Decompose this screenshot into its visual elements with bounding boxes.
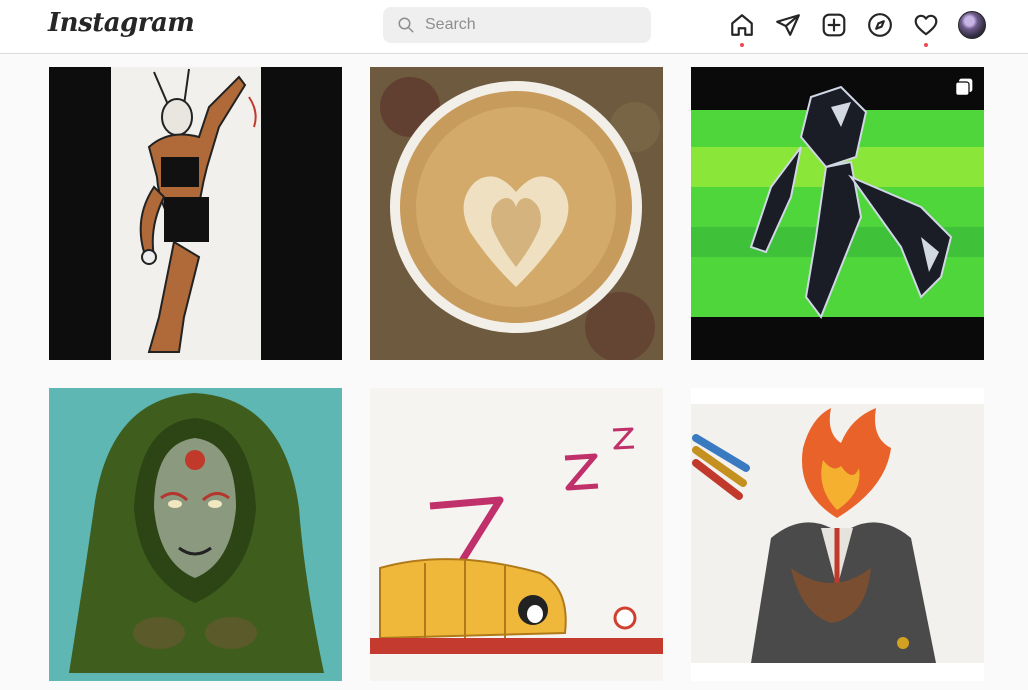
post-thumbnail-rabbit-girl (49, 67, 342, 360)
home-icon (731, 14, 753, 36)
post-tile-4[interactable] (49, 388, 342, 681)
post-thumbnail-flame-head (691, 388, 984, 681)
nav-new-post-button[interactable] (821, 12, 847, 38)
instagram-logo[interactable]: Instagram (48, 8, 195, 38)
post-thumbnail-robot-creature (691, 67, 984, 360)
home-notification-dot (740, 43, 744, 47)
direct-icon (776, 14, 800, 36)
post-tile-6[interactable] (691, 388, 984, 681)
nav-activity-button[interactable] (913, 12, 939, 47)
top-navigation-bar: Instagram (0, 0, 1028, 54)
post-tile-2[interactable] (370, 67, 663, 360)
new-post-icon (822, 13, 846, 37)
activity-notification-dot (924, 43, 928, 47)
post-tile-3[interactable] (691, 67, 984, 360)
post-thumbnail-hooded-figure (49, 388, 342, 681)
nav-home-button[interactable] (729, 12, 755, 47)
post-tile-1[interactable] (49, 67, 342, 360)
search-box[interactable] (383, 7, 651, 43)
search-icon (398, 17, 414, 33)
post-thumbnail-sleeping-drawing (370, 388, 663, 681)
explore-icon (868, 13, 892, 37)
profile-avatar[interactable] (958, 11, 986, 39)
nav-direct-button[interactable] (775, 12, 801, 38)
search-input[interactable] (425, 7, 635, 43)
post-thumbnail-latte-art (370, 67, 663, 360)
activity-icon (914, 14, 938, 36)
nav-explore-button[interactable] (867, 12, 893, 38)
post-tile-5[interactable] (370, 388, 663, 681)
multiple-posts-icon (955, 78, 973, 96)
